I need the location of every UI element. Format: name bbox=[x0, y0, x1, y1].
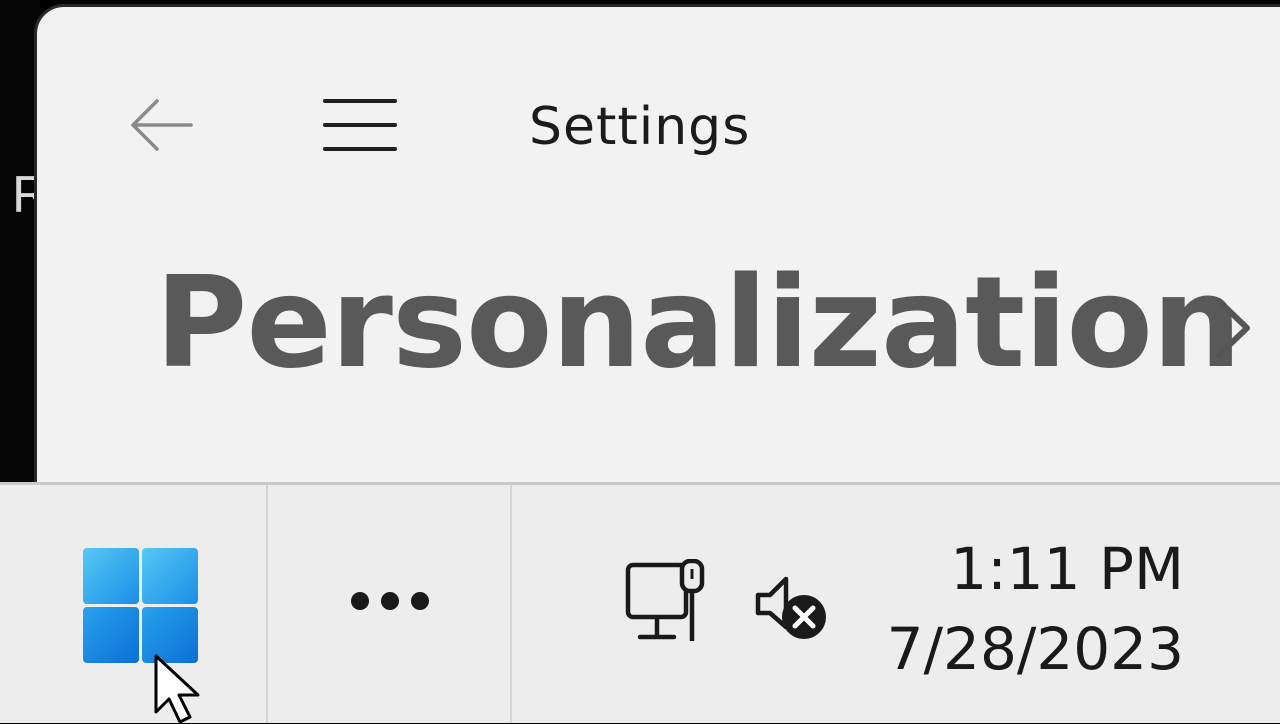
clock-button[interactable]: 1:11 PM 7/28/2023 bbox=[887, 529, 1184, 689]
network-button[interactable] bbox=[622, 558, 714, 649]
mouse-pointer-icon bbox=[154, 654, 200, 724]
back-arrow-icon bbox=[131, 99, 193, 151]
clock-date: 7/28/2023 bbox=[886, 615, 1184, 683]
app-title: Settings bbox=[529, 97, 751, 157]
taskbar-divider bbox=[266, 485, 268, 723]
show-hidden-icons-button[interactable] bbox=[340, 581, 440, 621]
speaker-muted-icon bbox=[755, 576, 826, 639]
wired-network-icon bbox=[625, 558, 705, 641]
page-title: Personalization bbox=[155, 249, 1242, 396]
windows-start-icon bbox=[83, 548, 198, 663]
volume-button[interactable] bbox=[752, 571, 832, 647]
taskbar-divider bbox=[510, 485, 512, 723]
chevron-right-button[interactable] bbox=[1209, 297, 1259, 359]
navigation-menu-button[interactable] bbox=[321, 95, 401, 159]
settings-window: Settings Personalization bbox=[34, 4, 1280, 524]
chevron-right-icon bbox=[1216, 298, 1250, 358]
back-button[interactable] bbox=[129, 95, 199, 155]
more-dots-icon bbox=[351, 592, 429, 610]
hamburger-menu-icon bbox=[323, 99, 397, 151]
clock-time: 1:11 PM bbox=[950, 535, 1184, 603]
start-button[interactable] bbox=[80, 545, 202, 667]
